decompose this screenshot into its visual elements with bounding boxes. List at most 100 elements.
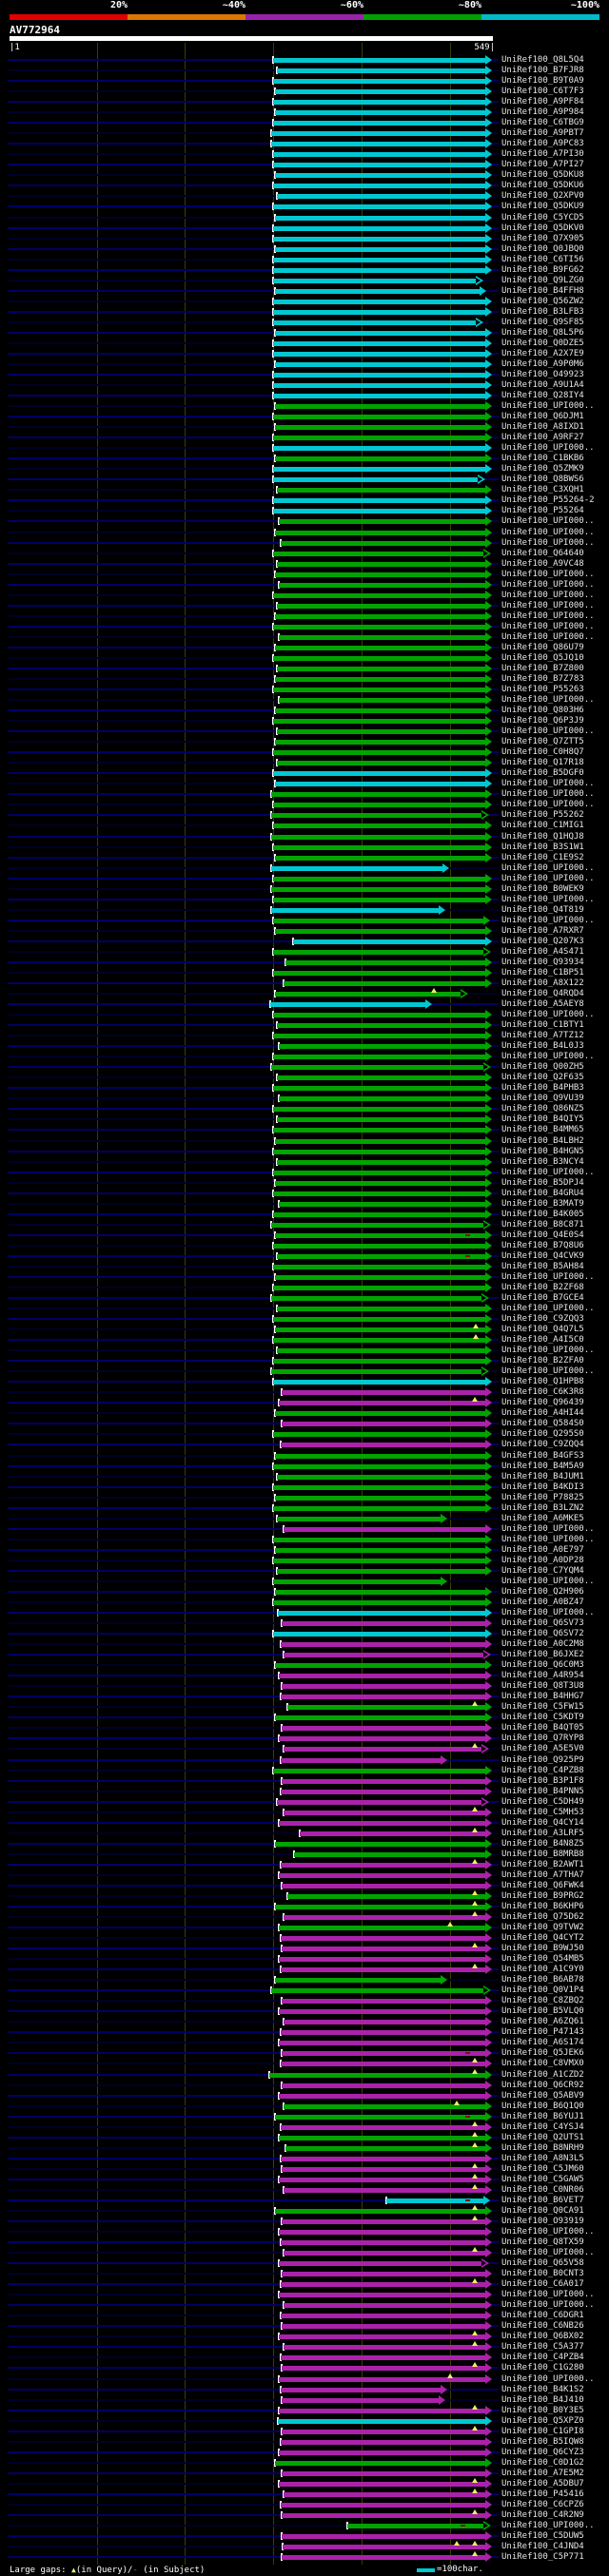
hit-bar[interactable] <box>282 1621 485 1626</box>
hit-bar[interactable] <box>273 352 485 357</box>
hit-bar[interactable] <box>273 950 483 955</box>
hit-label[interactable]: UniRef100_A4HI44 <box>501 1408 584 1419</box>
hit-label[interactable]: UniRef100_UPI000.. <box>501 601 595 611</box>
hit-label[interactable]: UniRef100_A0BZ47 <box>501 1598 584 1608</box>
hit-bar[interactable] <box>279 1674 485 1678</box>
hit-label[interactable]: UniRef100_Q9VU39 <box>501 1094 584 1104</box>
hit-bar[interactable] <box>273 436 485 440</box>
hit-bar[interactable] <box>269 2073 485 2078</box>
hit-label[interactable]: UniRef100_UPI000.. <box>501 1524 595 1535</box>
hit-bar[interactable] <box>275 1327 485 1332</box>
hit-label[interactable]: UniRef100_Q9SF85 <box>501 318 584 328</box>
hit-label[interactable]: UniRef100_B8MRB8 <box>501 1850 584 1860</box>
hit-bar[interactable] <box>273 100 485 105</box>
hit-bar[interactable] <box>273 1432 485 1437</box>
hit-label[interactable]: UniRef100_C5KDT9 <box>501 1713 584 1723</box>
hit-bar[interactable] <box>282 2219 485 2224</box>
hit-bar[interactable] <box>275 1411 485 1416</box>
hit-label[interactable]: UniRef100_Q2F635 <box>501 1073 584 1083</box>
hit-bar[interactable] <box>273 509 485 513</box>
hit-label[interactable]: UniRef100_A5AEY8 <box>501 999 584 1010</box>
hit-label[interactable]: UniRef100_Q5DKU8 <box>501 170 584 181</box>
hit-bar[interactable] <box>273 1171 485 1175</box>
hit-label[interactable]: UniRef100_C6T7F3 <box>501 87 584 97</box>
hit-label[interactable]: UniRef100_B3LFB3 <box>501 307 584 318</box>
hit-bar[interactable] <box>282 2324 485 2329</box>
hit-label[interactable]: UniRef100_A7THA7 <box>501 1870 584 1881</box>
hit-label[interactable]: UniRef100_B4J410 <box>501 2395 584 2406</box>
hit-label[interactable]: UniRef100_UPI000.. <box>501 2300 595 2311</box>
hit-bar[interactable] <box>275 289 480 294</box>
hit-label[interactable]: UniRef100_UPI000.. <box>501 789 595 800</box>
hit-bar[interactable] <box>281 1863 485 1868</box>
hit-bar[interactable] <box>273 300 485 304</box>
hit-bar[interactable] <box>273 1632 485 1637</box>
hit-label[interactable]: UniRef100_C6A017 <box>501 2279 584 2290</box>
hit-label[interactable]: UniRef100_C4JND4 <box>501 2542 584 2552</box>
hit-label[interactable]: UniRef100_UPI000.. <box>501 1346 595 1356</box>
hit-bar[interactable] <box>271 908 439 913</box>
hit-bar[interactable] <box>273 1107 485 1112</box>
hit-label[interactable]: UniRef100_UPI000.. <box>501 443 595 454</box>
hit-label[interactable]: UniRef100_P78825 <box>501 1493 584 1503</box>
hit-label[interactable]: UniRef100_C8VMX0 <box>501 2059 584 2069</box>
hit-label[interactable]: UniRef100_B5DGF0 <box>501 768 584 779</box>
hit-label[interactable]: UniRef100_A8X122 <box>501 978 584 989</box>
hit-bar[interactable] <box>275 1454 485 1459</box>
hit-label[interactable]: UniRef100_B4M5A9 <box>501 1462 584 1472</box>
hit-bar[interactable] <box>273 1086 485 1091</box>
hit-label[interactable]: UniRef100_UPI000.. <box>501 538 595 549</box>
hit-label[interactable]: UniRef100_UPI000.. <box>501 2227 595 2237</box>
hit-label[interactable]: UniRef100_C5MH53 <box>501 1808 584 1818</box>
hit-label[interactable]: UniRef100_C3XQH1 <box>501 485 584 495</box>
hit-bar[interactable] <box>281 2062 485 2066</box>
hit-bar[interactable] <box>273 310 485 315</box>
hit-bar[interactable] <box>273 446 485 451</box>
hit-label[interactable]: UniRef100_Q5DKU6 <box>501 181 584 191</box>
hit-bar[interactable] <box>281 2355 485 2360</box>
hit-label[interactable]: UniRef100_Q7RYP8 <box>501 1733 584 1744</box>
hit-bar[interactable] <box>275 1496 485 1501</box>
hit-bar[interactable] <box>282 2534 485 2539</box>
hit-bar[interactable] <box>281 2282 485 2287</box>
hit-label[interactable]: UniRef100_Q6SV73 <box>501 1618 584 1629</box>
hit-bar[interactable] <box>281 1695 485 1699</box>
hit-label[interactable]: UniRef100_A4I5C0 <box>501 1335 584 1346</box>
hit-bar[interactable] <box>273 268 485 273</box>
hit-label[interactable]: UniRef100_Q8T3U8 <box>501 1681 584 1692</box>
hit-bar[interactable] <box>275 929 485 934</box>
hit-bar[interactable] <box>273 719 485 724</box>
hit-bar[interactable] <box>273 383 485 388</box>
hit-bar[interactable] <box>275 331 485 336</box>
hit-bar[interactable] <box>273 1464 485 1469</box>
hit-label[interactable]: UniRef100_UPI000.. <box>501 916 595 926</box>
hit-label[interactable]: UniRef100_UPI000.. <box>501 2521 595 2531</box>
hit-label[interactable]: UniRef100_C6DGR1 <box>501 2311 584 2321</box>
hit-bar[interactable] <box>279 2178 485 2182</box>
hit-label[interactable]: UniRef100_UPI000.. <box>501 1010 595 1020</box>
hit-bar[interactable] <box>273 771 485 776</box>
hit-label[interactable]: UniRef100_Q64640 <box>501 549 584 559</box>
hit-bar[interactable] <box>279 1044 485 1049</box>
hit-bar[interactable] <box>278 2419 485 2424</box>
hit-bar[interactable] <box>277 562 485 567</box>
hit-label[interactable]: UniRef100_C0H8Q7 <box>501 747 584 758</box>
hit-label[interactable]: UniRef100_C9ZQQ4 <box>501 1440 584 1450</box>
hit-bar[interactable] <box>275 1181 485 1186</box>
hit-bar[interactable] <box>277 604 485 609</box>
hit-label[interactable]: UniRef100_C5P771 <box>501 2552 584 2563</box>
hit-bar[interactable] <box>271 887 485 892</box>
hit-bar[interactable] <box>279 519 485 524</box>
hit-label[interactable]: UniRef100_A7PI30 <box>501 149 584 160</box>
hit-label[interactable]: UniRef100_Q8L5P6 <box>501 328 584 339</box>
hit-label[interactable]: UniRef100_A9VC48 <box>501 559 584 570</box>
hit-label[interactable]: UniRef100_UPI000.. <box>501 1052 595 1062</box>
hit-bar[interactable] <box>279 2409 485 2413</box>
hit-bar[interactable] <box>275 110 485 115</box>
hit-bar[interactable] <box>271 866 442 871</box>
hit-label[interactable]: UniRef100_A1C9Y0 <box>501 1965 584 1975</box>
hit-label[interactable]: UniRef100_A9RF27 <box>501 433 584 443</box>
hit-label[interactable]: UniRef100_B4GRU4 <box>501 1189 584 1199</box>
hit-bar[interactable] <box>284 981 485 986</box>
hit-label[interactable]: UniRef100_A6ZQ61 <box>501 2017 584 2027</box>
